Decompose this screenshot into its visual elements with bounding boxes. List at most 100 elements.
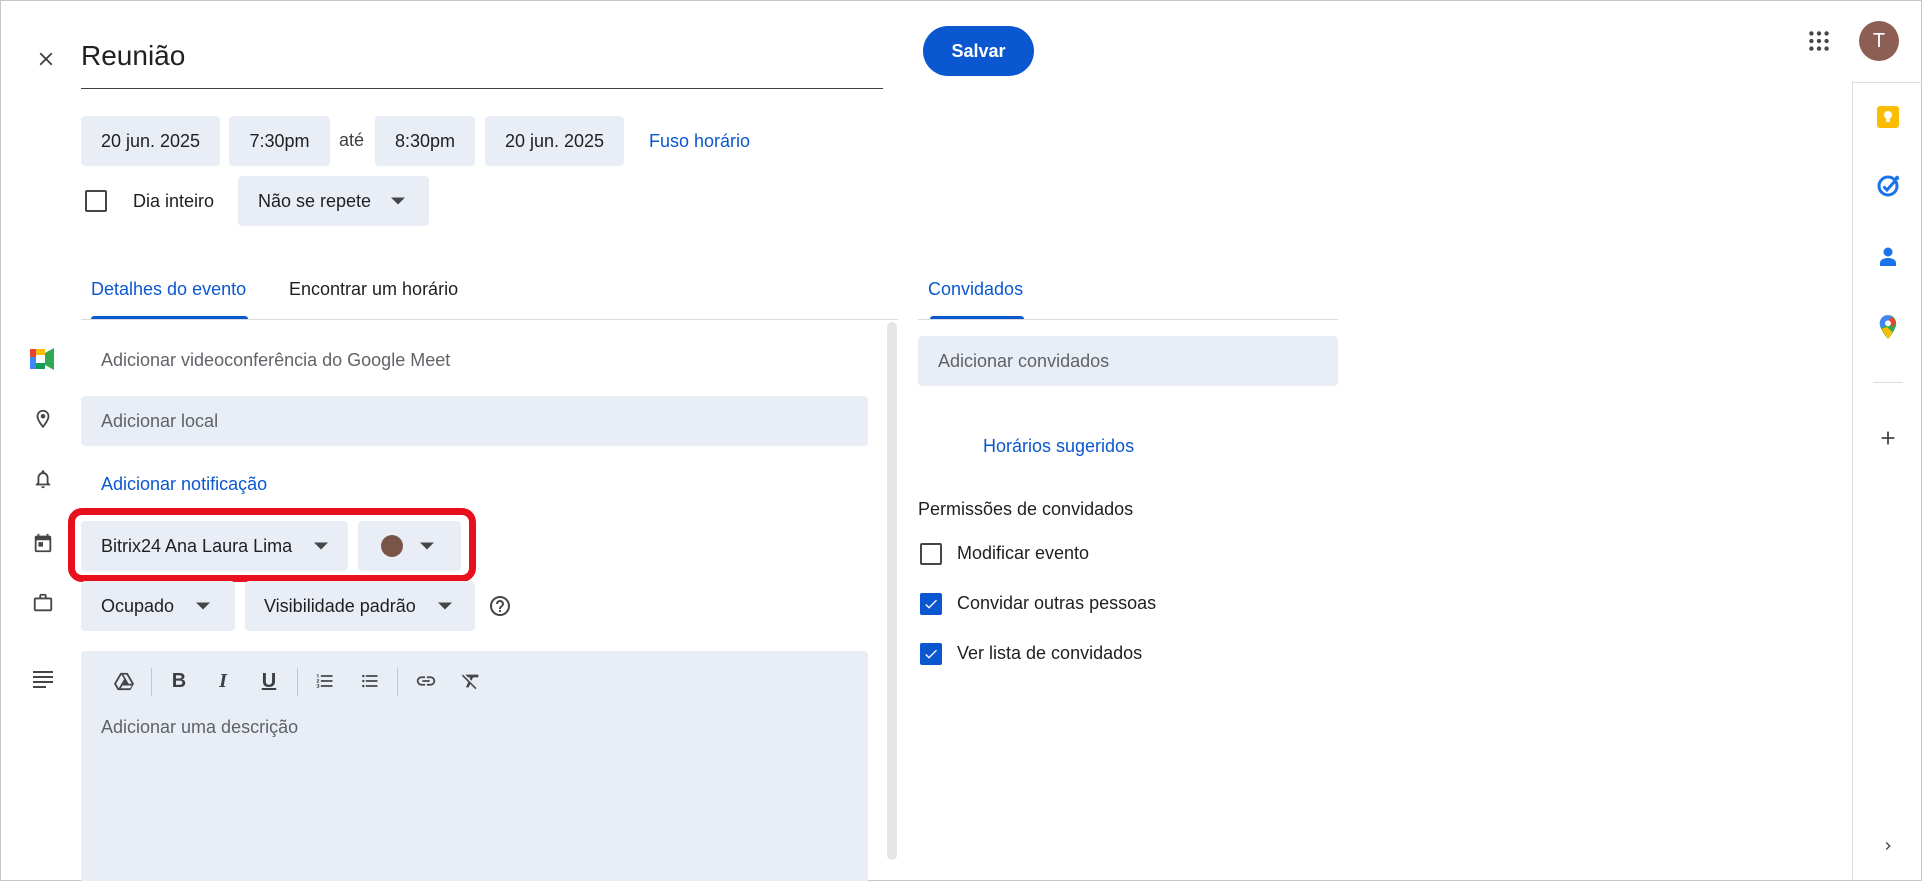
tabs-divider xyxy=(81,319,898,320)
chevron-down-icon xyxy=(196,602,211,610)
add-icon xyxy=(1881,431,1895,445)
side-panel-separator xyxy=(1873,382,1903,383)
event-color-selector[interactable] xyxy=(358,521,461,571)
permission-invite-label: Convidar outras pessoas xyxy=(957,593,1157,613)
tasks-icon xyxy=(1877,175,1900,197)
permission-see-list-checkbox[interactable] xyxy=(920,643,942,665)
calendar-selector[interactable]: Bitrix24 Ana Laura Lima xyxy=(81,521,348,571)
guests-tabs-divider xyxy=(918,319,1338,320)
chevron-down-icon xyxy=(420,542,434,550)
side-panel-topline xyxy=(1852,82,1922,83)
event-color-swatch xyxy=(381,535,403,557)
contacts-icon xyxy=(1880,247,1896,266)
help-button[interactable] xyxy=(488,594,512,618)
drive-icon xyxy=(114,672,134,691)
bold-icon: B xyxy=(171,669,187,692)
maps-button[interactable] xyxy=(1873,312,1903,342)
permission-see-list-label: Ver lista de convidados xyxy=(957,643,1143,663)
italic-button[interactable]: I xyxy=(206,664,240,698)
numbered-list-button[interactable] xyxy=(308,664,342,698)
apps-grid-icon xyxy=(1809,31,1829,51)
all-day-label: Dia inteiro xyxy=(133,191,215,211)
end-time: 8:30pm xyxy=(394,130,456,151)
description-icon xyxy=(30,666,56,692)
close-icon xyxy=(39,52,53,66)
title-input[interactable]: Reunião xyxy=(81,28,883,89)
avatar[interactable]: T xyxy=(1859,21,1899,61)
chevron-down-icon xyxy=(314,542,329,550)
location-field[interactable]: Adicionar local xyxy=(81,396,868,446)
checkmark-icon xyxy=(925,599,937,609)
availability-value: Ocupado xyxy=(101,595,175,616)
clear-formatting-icon xyxy=(461,674,479,690)
start-date-chip[interactable]: 20 jun. 2025 xyxy=(81,116,220,166)
briefcase-icon xyxy=(30,590,56,616)
permission-modify-checkbox[interactable] xyxy=(920,543,942,565)
avatar-letter: T xyxy=(1872,29,1886,52)
timezone-link[interactable]: Fuso horário xyxy=(649,131,750,152)
location-placeholder: Adicionar local xyxy=(101,410,219,431)
start-date: 20 jun. 2025 xyxy=(100,130,201,151)
permission-invite-checkbox[interactable] xyxy=(920,593,942,615)
help-icon xyxy=(490,596,510,616)
repeat-dropdown[interactable]: Não se repete xyxy=(238,176,429,226)
calendar-value: Bitrix24 Ana Laura Lima xyxy=(101,535,293,556)
save-button[interactable]: Salvar xyxy=(923,26,1034,76)
chevron-down-icon xyxy=(391,197,406,205)
end-time-chip[interactable]: 8:30pm xyxy=(375,116,475,166)
underline-button[interactable]: U xyxy=(252,664,286,698)
numbered-list-icon xyxy=(316,674,333,688)
tab-event-details[interactable]: Detalhes do evento xyxy=(91,279,246,300)
tab-guests[interactable]: Convidados xyxy=(928,279,1023,300)
meet-conference-button[interactable]: Adicionar videoconferência do Google Mee… xyxy=(101,350,450,371)
underline-icon: U xyxy=(261,669,277,692)
details-scrollbar[interactable] xyxy=(887,322,897,860)
add-notification-link[interactable]: Adicionar notificação xyxy=(101,474,267,495)
bulleted-list-button[interactable] xyxy=(353,664,387,698)
location-pin-icon xyxy=(30,406,56,432)
visibility-dropdown[interactable]: Visibilidade padrão xyxy=(245,581,475,631)
link-icon xyxy=(416,676,436,686)
tasks-button[interactable] xyxy=(1873,171,1903,201)
tab-find-time[interactable]: Encontrar um horário xyxy=(289,279,458,300)
toolbar-separator xyxy=(151,668,152,696)
visibility-value: Visibilidade padrão xyxy=(264,595,416,616)
guest-permissions-title: Permissões de convidados xyxy=(918,499,1134,519)
toolbar-separator xyxy=(397,668,398,696)
permission-modify-label: Modificar evento xyxy=(957,543,1090,563)
add-guests-field[interactable]: Adicionar convidados xyxy=(918,336,1338,386)
keep-icon xyxy=(1877,106,1899,128)
end-date-chip[interactable]: 20 jun. 2025 xyxy=(485,116,624,166)
all-day-checkbox[interactable] xyxy=(85,190,107,212)
clear-formatting-button[interactable] xyxy=(454,664,488,698)
maps-icon xyxy=(1879,315,1897,339)
keep-button[interactable] xyxy=(1873,102,1903,132)
availability-dropdown[interactable]: Ocupado xyxy=(81,581,235,631)
close-button[interactable] xyxy=(28,41,64,77)
end-date: 20 jun. 2025 xyxy=(504,130,605,151)
add-addon-button[interactable] xyxy=(1873,423,1903,453)
side-panel-divider xyxy=(1852,82,1853,880)
repeat-value: Não se repete xyxy=(258,190,372,211)
date-separator: até xyxy=(339,130,365,150)
google-meet-icon xyxy=(30,346,56,372)
contacts-button[interactable] xyxy=(1873,242,1903,272)
italic-icon: I xyxy=(219,669,227,692)
start-time-chip[interactable]: 7:30pm xyxy=(229,116,330,166)
description-placeholder: Adicionar uma descrição xyxy=(101,717,299,737)
suggested-times-link[interactable]: Horários sugeridos xyxy=(983,436,1134,457)
event-title: Reunião xyxy=(81,40,186,71)
apps-grid-button[interactable] xyxy=(1806,28,1832,54)
insert-drive-button[interactable] xyxy=(107,664,141,698)
toolbar-separator xyxy=(297,668,298,696)
expand-side-panel-button[interactable] xyxy=(1873,831,1903,861)
calendar-icon xyxy=(30,530,56,556)
checkmark-icon xyxy=(925,649,937,659)
bold-button[interactable]: B xyxy=(162,664,196,698)
bulleted-list-icon xyxy=(362,674,378,688)
start-time: 7:30pm xyxy=(249,130,310,151)
insert-link-button[interactable] xyxy=(409,664,443,698)
bell-icon xyxy=(30,466,56,492)
chevron-right-icon xyxy=(1885,842,1891,850)
add-guests-placeholder: Adicionar convidados xyxy=(938,350,1110,371)
